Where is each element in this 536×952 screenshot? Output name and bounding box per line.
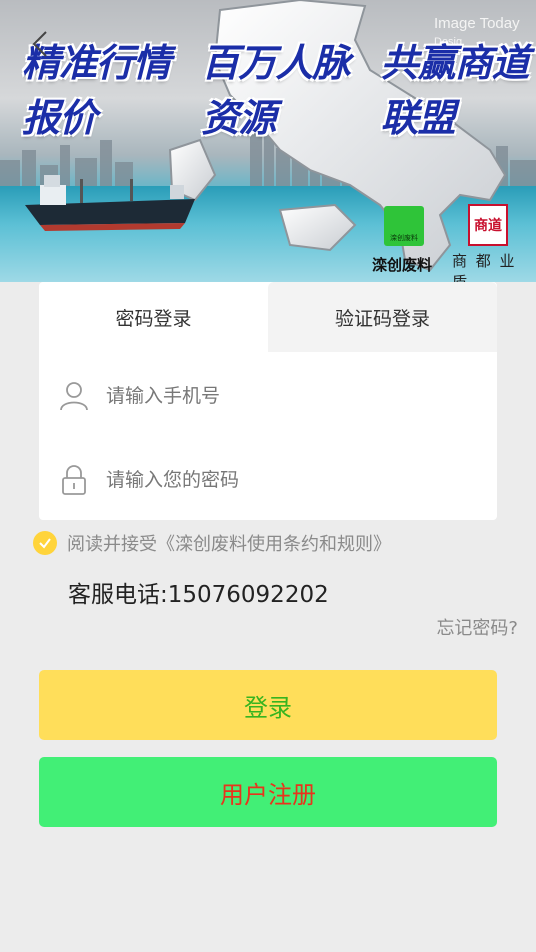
slogan-item: 百万人脉资源: [201, 41, 350, 140]
back-arrow-icon[interactable]: [26, 28, 56, 60]
promo-banner: Image Today Desig 精准行情报价 百万人脉资源 共赢商道联盟 滦…: [0, 0, 536, 282]
slogan-item: 共赢商道联盟: [380, 41, 530, 140]
check-icon: [39, 538, 51, 549]
luanchuang-logo: 滦创废料: [384, 206, 424, 246]
phone-field: [39, 354, 497, 438]
luanchuang-logo-caption: 滦创废料: [372, 256, 433, 274]
register-button[interactable]: 用户注册: [39, 757, 497, 827]
user-icon: [60, 382, 88, 411]
agreement-row: 阅读并接受《滦创废料使用条约和规则》: [33, 530, 391, 556]
tab-code-login[interactable]: 验证码登录: [268, 282, 497, 352]
lock-icon: [62, 465, 86, 495]
forgot-password-link[interactable]: 忘记密码?: [436, 614, 518, 640]
customer-service-hotline: 客服电话:15076092202: [68, 582, 329, 608]
login-tabs: 密码登录 验证码登录: [39, 282, 497, 352]
phone-input[interactable]: [106, 385, 466, 407]
shangdao-logo-caption: 商 都 业 盾: [452, 252, 517, 282]
login-button[interactable]: 登录: [39, 670, 497, 740]
shangdao-logo: 商道: [468, 204, 508, 246]
password-input[interactable]: [106, 469, 466, 491]
banner-slogan: 精准行情报价 百万人脉资源 共赢商道联盟: [22, 41, 536, 140]
tab-password-login[interactable]: 密码登录: [39, 282, 268, 352]
password-field: [39, 438, 497, 522]
agreement-checkbox[interactable]: [33, 531, 57, 555]
cargo-ship-image: [25, 175, 195, 231]
agreement-link[interactable]: 阅读并接受《滦创废料使用条约和规则》: [67, 530, 391, 556]
